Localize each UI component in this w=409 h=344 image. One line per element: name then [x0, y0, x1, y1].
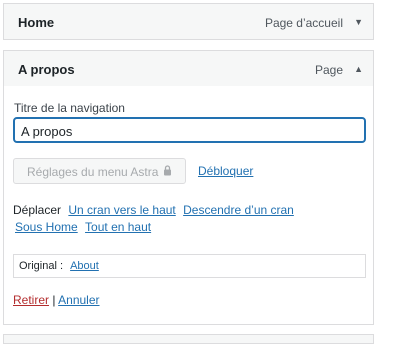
- move-under-link[interactable]: Sous Home: [15, 220, 78, 234]
- menu-item-type: Page d’accueil: [264, 16, 343, 30]
- move-label: Déplacer: [13, 203, 62, 217]
- menu-item-type: Page: [314, 63, 343, 77]
- menu-item-next[interactable]: [3, 334, 374, 344]
- chevron-up-icon[interactable]: ▲: [354, 64, 363, 74]
- nav-label-input[interactable]: [13, 117, 366, 143]
- astra-menu-settings-button[interactable]: Réglages du menu Astra: [13, 158, 186, 184]
- menu-item-a-propos[interactable]: A propos Page ▲: [3, 50, 374, 87]
- menu-item-home[interactable]: Home Page d’accueil ▼: [3, 3, 374, 40]
- move-row-2: Sous Home Tout en haut: [15, 220, 151, 234]
- chevron-down-icon[interactable]: ▼: [354, 17, 363, 27]
- menu-item-title: Home: [18, 15, 55, 30]
- move-top-link[interactable]: Tout en haut: [85, 220, 151, 234]
- unlock-link[interactable]: Débloquer: [198, 164, 253, 178]
- actions-separator: |: [52, 293, 56, 307]
- remove-link[interactable]: Retirer: [13, 293, 49, 307]
- move-up-link[interactable]: Un cran vers le haut: [68, 203, 175, 217]
- menu-item-title: A propos: [18, 62, 75, 77]
- original-box: Original : About: [13, 254, 366, 278]
- menu-item-settings: Titre de la navigation Réglages du menu …: [3, 86, 374, 325]
- original-link[interactable]: About: [70, 260, 99, 272]
- lock-icon: [163, 165, 172, 179]
- move-down-link[interactable]: Descendre d’un cran: [183, 203, 294, 217]
- nav-label-label: Titre de la navigation: [14, 101, 125, 115]
- move-row: Déplacer Un cran vers le haut Descendre …: [13, 203, 294, 217]
- cancel-link[interactable]: Annuler: [58, 293, 99, 307]
- item-actions: Retirer | Annuler: [13, 293, 100, 307]
- astra-menu-settings-label: Réglages du menu Astra: [27, 165, 159, 179]
- original-label: Original :: [19, 260, 64, 272]
